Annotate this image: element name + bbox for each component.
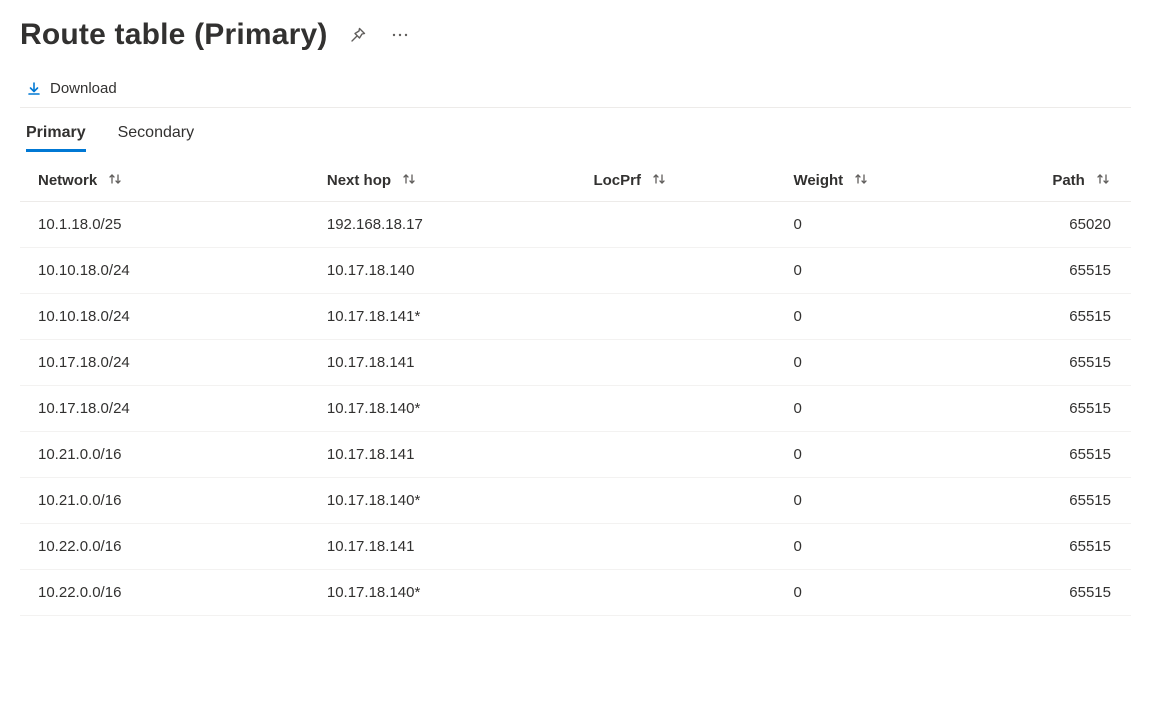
col-nexthop-label: Next hop <box>327 172 391 189</box>
cell-weight: 0 <box>775 386 975 432</box>
cell-path: 65515 <box>975 432 1131 478</box>
cell-weight: 0 <box>775 570 975 616</box>
cell-nexthop: 10.17.18.140* <box>309 478 576 524</box>
table-row: 10.10.18.0/2410.17.18.140 065515 <box>20 248 1131 294</box>
table-row: 10.1.18.0/25192.168.18.17 065020 <box>20 202 1131 248</box>
cell-network: 10.17.18.0/24 <box>20 340 309 386</box>
cell-nexthop: 10.17.18.141 <box>309 524 576 570</box>
cell-path: 65515 <box>975 340 1131 386</box>
cell-locprf <box>575 570 775 616</box>
sort-icon <box>853 173 869 185</box>
table-row: 10.21.0.0/1610.17.18.141 065515 <box>20 432 1131 478</box>
tab-primary[interactable]: Primary <box>26 116 86 152</box>
page-header: Route table (Primary) <box>20 18 1131 52</box>
cell-nexthop: 10.17.18.141 <box>309 432 576 478</box>
cell-locprf <box>575 386 775 432</box>
col-weight-label: Weight <box>793 172 843 189</box>
cell-weight: 0 <box>775 294 975 340</box>
cell-weight: 0 <box>775 340 975 386</box>
more-icon <box>392 33 408 37</box>
cell-path: 65515 <box>975 570 1131 616</box>
cell-locprf <box>575 478 775 524</box>
cell-locprf <box>575 202 775 248</box>
pin-icon <box>350 27 366 43</box>
download-icon <box>26 81 42 97</box>
cell-locprf <box>575 294 775 340</box>
route-table: Network Next hop <box>20 158 1131 616</box>
cell-weight: 0 <box>775 432 975 478</box>
cell-locprf <box>575 432 775 478</box>
sort-icon <box>651 173 667 185</box>
cell-path: 65515 <box>975 294 1131 340</box>
cell-nexthop: 192.168.18.17 <box>309 202 576 248</box>
cell-network: 10.22.0.0/16 <box>20 524 309 570</box>
table-row: 10.10.18.0/2410.17.18.141* 065515 <box>20 294 1131 340</box>
table-row: 10.22.0.0/1610.17.18.140* 065515 <box>20 570 1131 616</box>
table-row: 10.17.18.0/2410.17.18.141 065515 <box>20 340 1131 386</box>
cell-network: 10.10.18.0/24 <box>20 248 309 294</box>
cell-network: 10.10.18.0/24 <box>20 294 309 340</box>
more-button[interactable] <box>388 29 412 41</box>
cell-network: 10.21.0.0/16 <box>20 432 309 478</box>
section-divider <box>20 107 1131 108</box>
cell-nexthop: 10.17.18.140* <box>309 386 576 432</box>
cell-network: 10.22.0.0/16 <box>20 570 309 616</box>
cell-network: 10.17.18.0/24 <box>20 386 309 432</box>
cell-locprf <box>575 524 775 570</box>
col-network-label: Network <box>38 172 97 189</box>
cell-path: 65515 <box>975 386 1131 432</box>
cell-path: 65515 <box>975 478 1131 524</box>
col-network[interactable]: Network <box>20 158 309 202</box>
sort-icon <box>401 173 417 185</box>
cell-nexthop: 10.17.18.140 <box>309 248 576 294</box>
cell-weight: 0 <box>775 478 975 524</box>
tab-secondary[interactable]: Secondary <box>118 116 195 152</box>
cell-nexthop: 10.17.18.141 <box>309 340 576 386</box>
cell-path: 65515 <box>975 248 1131 294</box>
cell-network: 10.1.18.0/25 <box>20 202 309 248</box>
col-locprf[interactable]: LocPrf <box>575 158 775 202</box>
cell-nexthop: 10.17.18.141* <box>309 294 576 340</box>
cell-network: 10.21.0.0/16 <box>20 478 309 524</box>
col-path-label: Path <box>1052 172 1085 189</box>
sort-icon <box>1095 173 1111 185</box>
cell-locprf <box>575 340 775 386</box>
col-locprf-label: LocPrf <box>593 172 641 189</box>
table-row: 10.21.0.0/1610.17.18.140* 065515 <box>20 478 1131 524</box>
cell-path: 65515 <box>975 524 1131 570</box>
cell-weight: 0 <box>775 202 975 248</box>
cell-weight: 0 <box>775 248 975 294</box>
pin-button[interactable] <box>346 23 370 47</box>
table-header-row: Network Next hop <box>20 158 1131 202</box>
cell-path: 65020 <box>975 202 1131 248</box>
sort-icon <box>107 173 123 185</box>
download-button[interactable]: Download <box>26 80 117 97</box>
col-nexthop[interactable]: Next hop <box>309 158 576 202</box>
toolbar: Download <box>26 74 1131 107</box>
page-title: Route table (Primary) <box>20 18 328 52</box>
tab-bar: Primary Secondary <box>20 116 1131 152</box>
download-label: Download <box>50 80 117 97</box>
cell-nexthop: 10.17.18.140* <box>309 570 576 616</box>
col-weight[interactable]: Weight <box>775 158 975 202</box>
col-path[interactable]: Path <box>975 158 1131 202</box>
cell-weight: 0 <box>775 524 975 570</box>
table-row: 10.17.18.0/2410.17.18.140* 065515 <box>20 386 1131 432</box>
cell-locprf <box>575 248 775 294</box>
table-row: 10.22.0.0/1610.17.18.141 065515 <box>20 524 1131 570</box>
